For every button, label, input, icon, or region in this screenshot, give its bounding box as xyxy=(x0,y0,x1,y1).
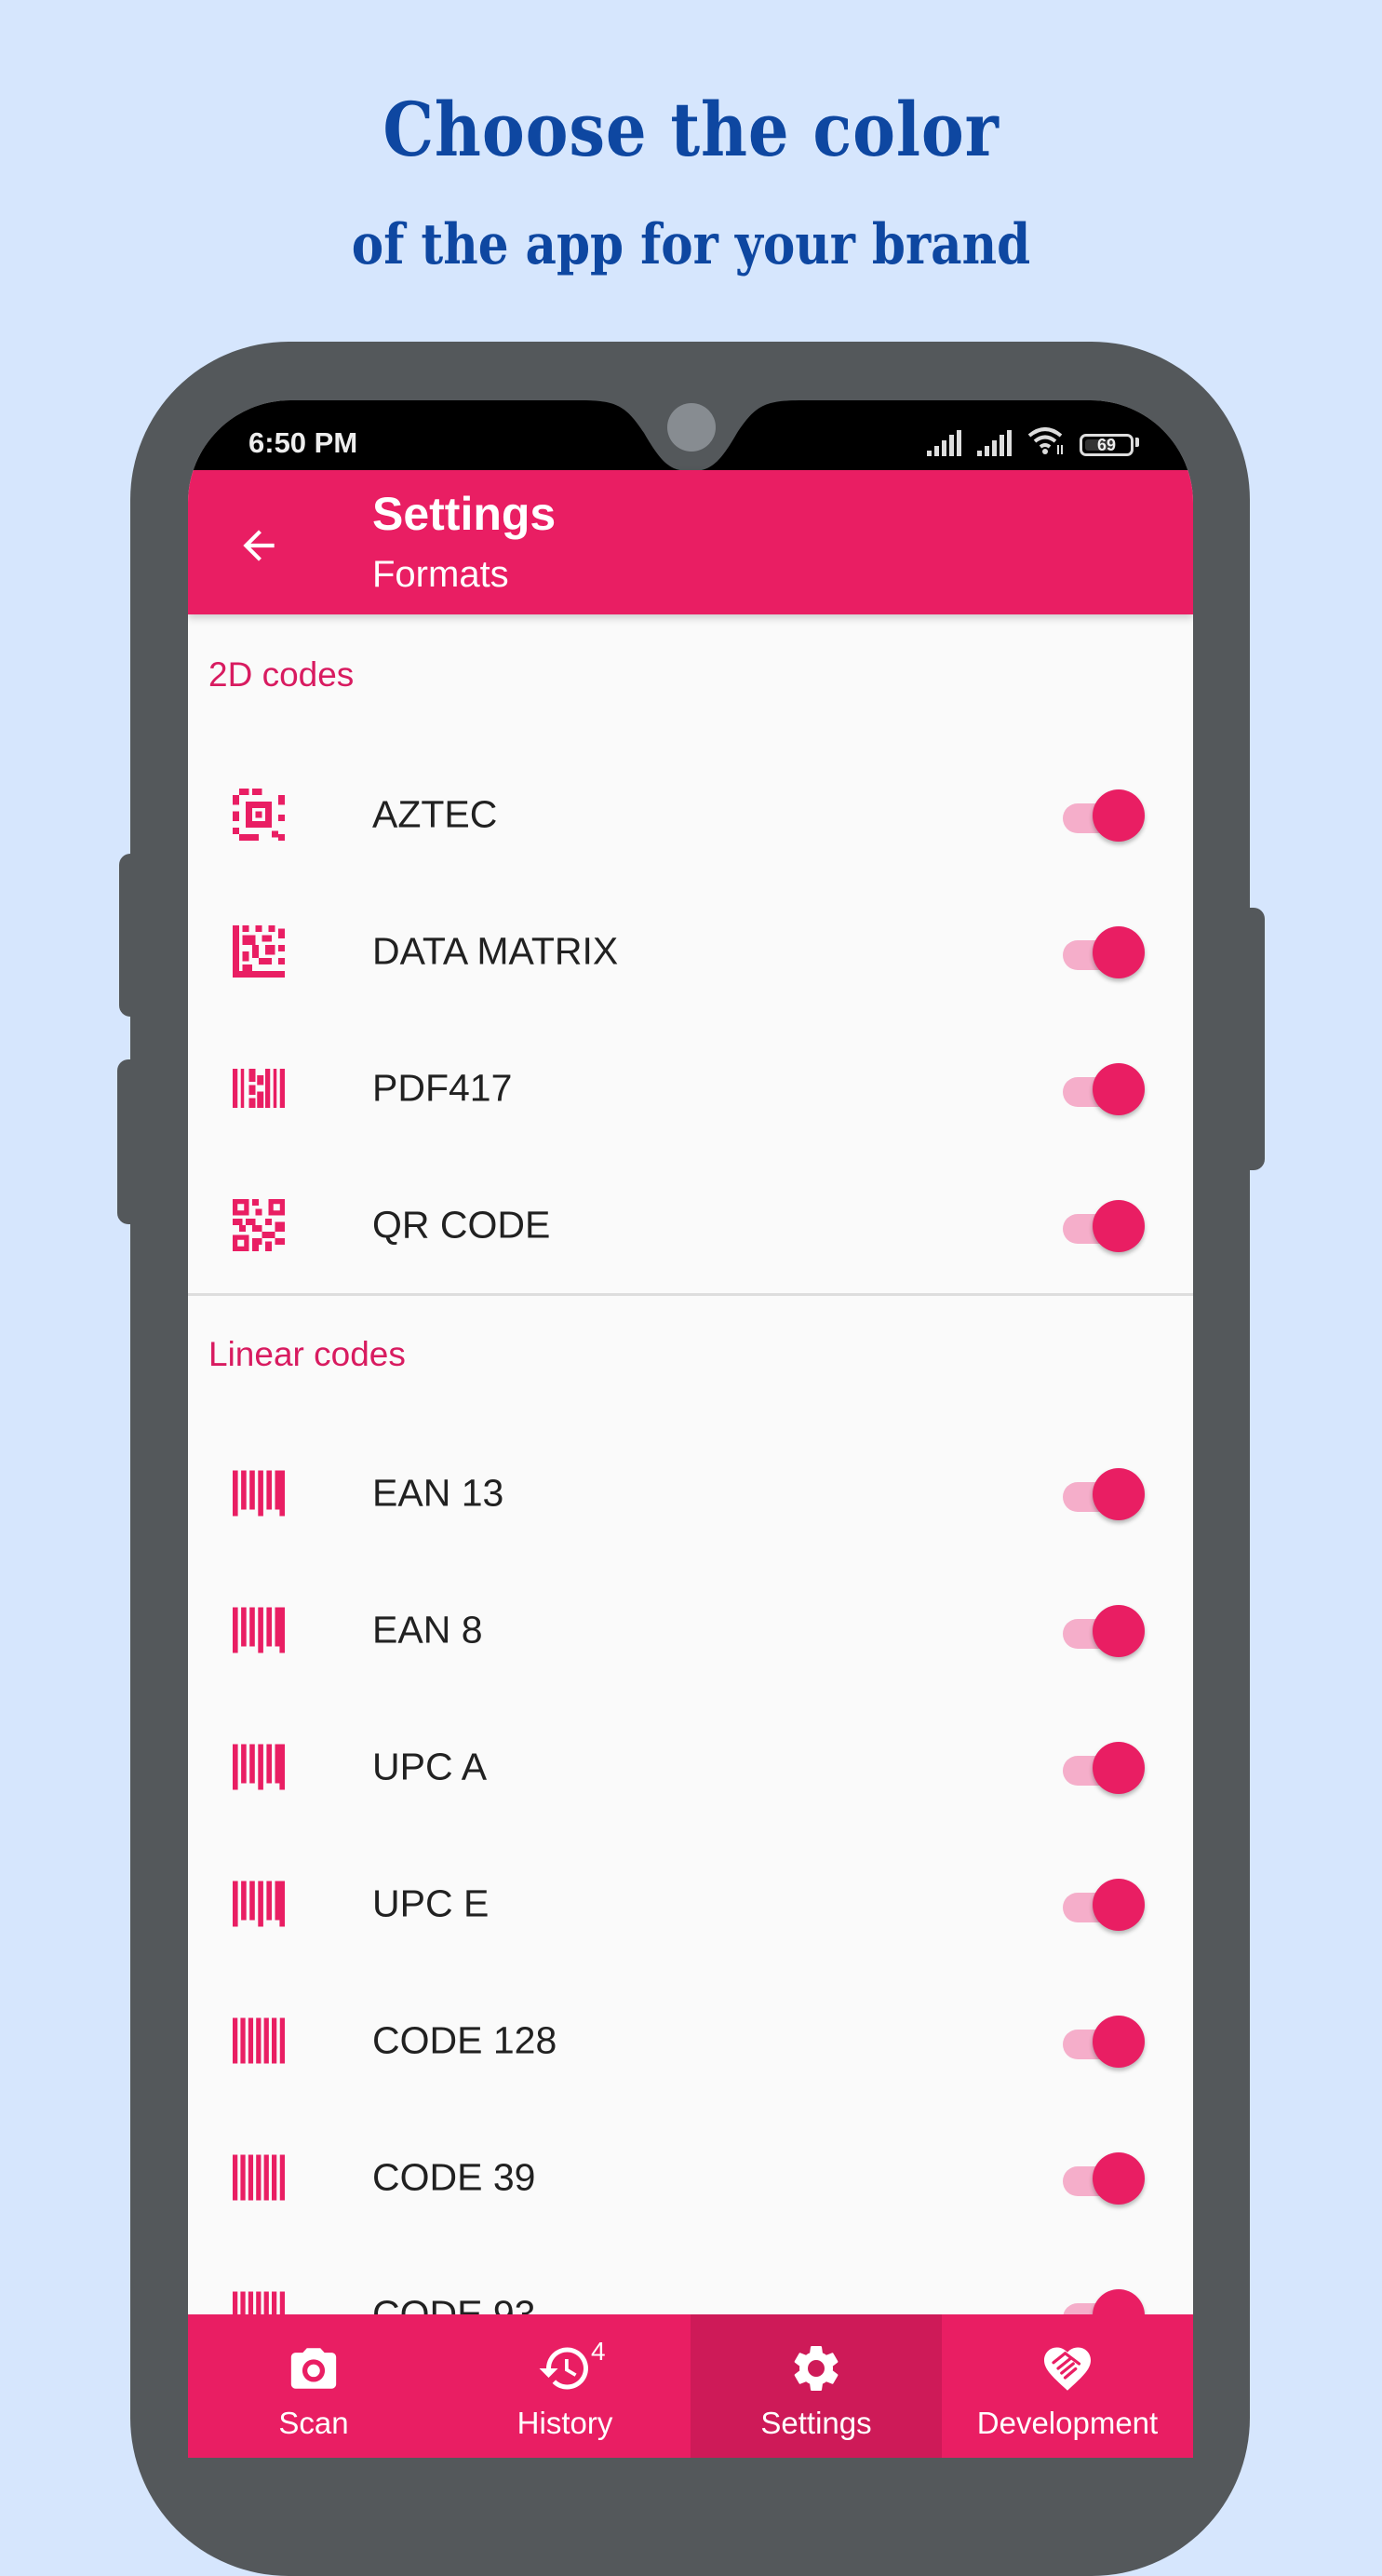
barcode-icon xyxy=(233,2017,285,2063)
arrow-back-icon xyxy=(243,530,275,561)
nav-item-scan[interactable]: Scan xyxy=(188,2314,439,2458)
nav-label: Development xyxy=(976,2406,1159,2440)
barcode-icon xyxy=(233,1607,285,1652)
toggle-switch[interactable] xyxy=(1059,923,1145,980)
data-matrix-icon xyxy=(233,924,285,978)
aztec-code-icon xyxy=(233,788,285,841)
section-divider xyxy=(188,1293,1193,1296)
section-header-2d-codes: 2D codes xyxy=(208,655,355,694)
promo-subtitle: of the app for your brand xyxy=(351,212,1031,277)
wifi-icon xyxy=(1027,427,1063,454)
history-icon xyxy=(539,2347,588,2390)
format-label: CODE 39 xyxy=(372,2155,536,2198)
list-item-ean-8[interactable]: EAN 8 xyxy=(188,1561,1193,1698)
format-label: AZTEC xyxy=(372,792,498,835)
toggle-switch[interactable] xyxy=(1059,2012,1145,2070)
page-subtitle: Formats xyxy=(372,554,509,595)
nav-label: Settings xyxy=(760,2406,872,2440)
toggle-switch[interactable] xyxy=(1059,1464,1145,1522)
barcode-icon xyxy=(233,2154,285,2200)
toggle-switch[interactable] xyxy=(1059,1738,1145,1796)
toggle-switch[interactable] xyxy=(1059,1196,1145,1254)
list-item-ean-13[interactable]: EAN 13 xyxy=(188,1424,1193,1561)
section-header-linear-codes: Linear codes xyxy=(208,1335,406,1373)
promo-title: Choose the color xyxy=(382,86,1000,173)
nav-item-history[interactable]: History 4 xyxy=(439,2314,691,2458)
format-label: QR CODE xyxy=(372,1203,551,1246)
toggle-switch[interactable] xyxy=(1059,786,1145,843)
signal-icon xyxy=(977,430,1012,456)
list-item-code-128[interactable]: CODE 128 xyxy=(188,1972,1193,2109)
nav-item-settings[interactable]: Settings xyxy=(691,2314,942,2458)
heart-handshake-icon xyxy=(1044,2347,1091,2391)
list-item-data-matrix[interactable]: DATA MATRIX xyxy=(188,883,1193,1019)
toggle-switch[interactable] xyxy=(1059,2149,1145,2206)
format-label: UPC E xyxy=(372,1881,490,1924)
status-time: 6:50 PM xyxy=(248,426,358,459)
nav-item-development[interactable]: Development xyxy=(942,2314,1193,2458)
format-label: UPC A xyxy=(372,1745,488,1787)
format-label: CODE 128 xyxy=(372,2018,557,2061)
battery-level: 69 xyxy=(1096,435,1117,454)
qr-code-icon xyxy=(233,1198,285,1251)
barcode-icon xyxy=(233,1470,285,1516)
list-item-pdf417[interactable]: PDF417 xyxy=(188,1019,1193,1156)
format-label: EAN 8 xyxy=(372,1608,483,1651)
barcode-icon xyxy=(233,1744,285,1789)
battery-icon: 69 xyxy=(1080,434,1134,456)
nav-label: History xyxy=(517,2406,613,2440)
barcode-icon xyxy=(233,1881,285,1926)
signal-icon xyxy=(927,430,961,456)
pdf417-icon xyxy=(233,1068,285,1108)
list-item-aztec[interactable]: AZTEC xyxy=(188,746,1193,883)
toggle-switch[interactable] xyxy=(1059,1059,1145,1117)
format-label: EAN 13 xyxy=(372,1471,504,1514)
status-icons: 69 xyxy=(927,427,1139,456)
list-item-code-39[interactable]: CODE 39 xyxy=(188,2109,1193,2246)
format-label: DATA MATRIX xyxy=(372,929,619,972)
status-bar: 6:50 PM 69 xyxy=(188,400,1193,471)
front-camera xyxy=(667,403,716,452)
back-button[interactable] xyxy=(225,512,292,579)
bottom-navigation: Scan History 4 Settings Development xyxy=(188,2314,1193,2458)
nav-label: Scan xyxy=(278,2406,349,2440)
battery-tip xyxy=(1135,438,1139,447)
list-item-qr-code[interactable]: QR CODE xyxy=(188,1156,1193,1293)
toggle-switch[interactable] xyxy=(1059,1601,1145,1659)
app-bar: Settings Formats xyxy=(188,470,1193,614)
page-title: Settings xyxy=(372,488,557,540)
camera-icon xyxy=(290,2348,337,2389)
toggle-switch[interactable] xyxy=(1059,1875,1145,1933)
gear-icon xyxy=(794,2346,839,2391)
history-badge: 4 xyxy=(591,2337,606,2366)
list-item-upc-a[interactable]: UPC A xyxy=(188,1698,1193,1835)
format-label: PDF417 xyxy=(372,1066,513,1109)
phone-screen: 6:50 PM 69 Settings Formats 2D codes AZT… xyxy=(188,400,1193,2458)
list-item-upc-e[interactable]: UPC E xyxy=(188,1835,1193,1972)
